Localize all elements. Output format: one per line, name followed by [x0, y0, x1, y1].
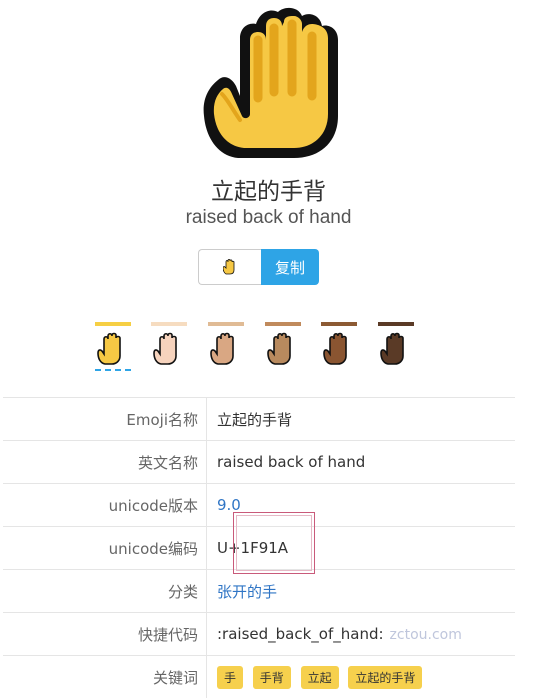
detail-row-keywords: 关键词 手 手背 立起 立起的手背: [3, 656, 515, 698]
detail-key: unicode编码: [3, 527, 207, 570]
hand-medium-dark-icon: [323, 332, 355, 366]
emoji-name-en: raised back of hand: [0, 207, 537, 229]
skin-tone-medium-light[interactable]: [208, 322, 244, 374]
emoji-hero: [0, 0, 537, 160]
detail-value: raised back of hand: [207, 441, 516, 484]
detail-row-shortcode: 快捷代码 :raised_back_of_hand: zctou.com: [3, 613, 515, 656]
detail-row-category: 分类 张开的手: [3, 570, 515, 613]
unicode-version-link[interactable]: 9.0: [217, 496, 241, 514]
detail-key: unicode版本: [3, 484, 207, 527]
detail-key: 关键词: [3, 656, 207, 698]
raised-back-of-hand-small-icon: [223, 259, 237, 275]
detail-row-english-name: 英文名称 raised back of hand: [3, 441, 515, 484]
detail-key: 英文名称: [3, 441, 207, 484]
skin-tone-default[interactable]: [95, 322, 131, 374]
raised-back-of-hand-icon: [0, 0, 537, 160]
copy-widget: 复制: [198, 249, 319, 285]
emoji-name-cn: 立起的手背: [0, 172, 537, 206]
detail-row-emoji-name: Emoji名称 立起的手背: [3, 398, 515, 441]
hand-medium-icon: [267, 332, 299, 366]
keyword-tag[interactable]: 立起的手背: [348, 666, 422, 689]
skin-tone-medium[interactable]: [265, 322, 301, 374]
hand-light-icon: [153, 332, 185, 366]
keyword-tag[interactable]: 手: [217, 666, 243, 689]
keyword-tag[interactable]: 手背: [253, 666, 291, 689]
skin-tone-light[interactable]: [151, 322, 187, 374]
copy-button[interactable]: 复制: [261, 249, 319, 285]
emoji-copy-field[interactable]: [198, 249, 261, 285]
emoji-details-table: Emoji名称 立起的手背 英文名称 raised back of hand u…: [3, 397, 515, 698]
shortcode-value: :raised_back_of_hand:: [217, 625, 384, 643]
hand-dark-icon: [380, 332, 412, 366]
detail-value: U+1F91A: [207, 527, 516, 570]
detail-key: 分类: [3, 570, 207, 613]
keyword-tag[interactable]: 立起: [301, 666, 339, 689]
skin-tone-dark[interactable]: [378, 322, 414, 374]
hand-medium-light-icon: [210, 332, 242, 366]
detail-row-unicode-version: unicode版本 9.0: [3, 484, 515, 527]
category-link[interactable]: 张开的手: [217, 583, 277, 601]
watermark: zctou.com: [390, 627, 462, 643]
detail-row-unicode-code: unicode编码 U+1F91A: [3, 527, 515, 570]
detail-key: Emoji名称: [3, 398, 207, 441]
hand-default-icon: [97, 332, 129, 366]
detail-key: 快捷代码: [3, 613, 207, 656]
detail-value: 立起的手背: [207, 398, 516, 441]
skin-tone-medium-dark[interactable]: [321, 322, 357, 374]
